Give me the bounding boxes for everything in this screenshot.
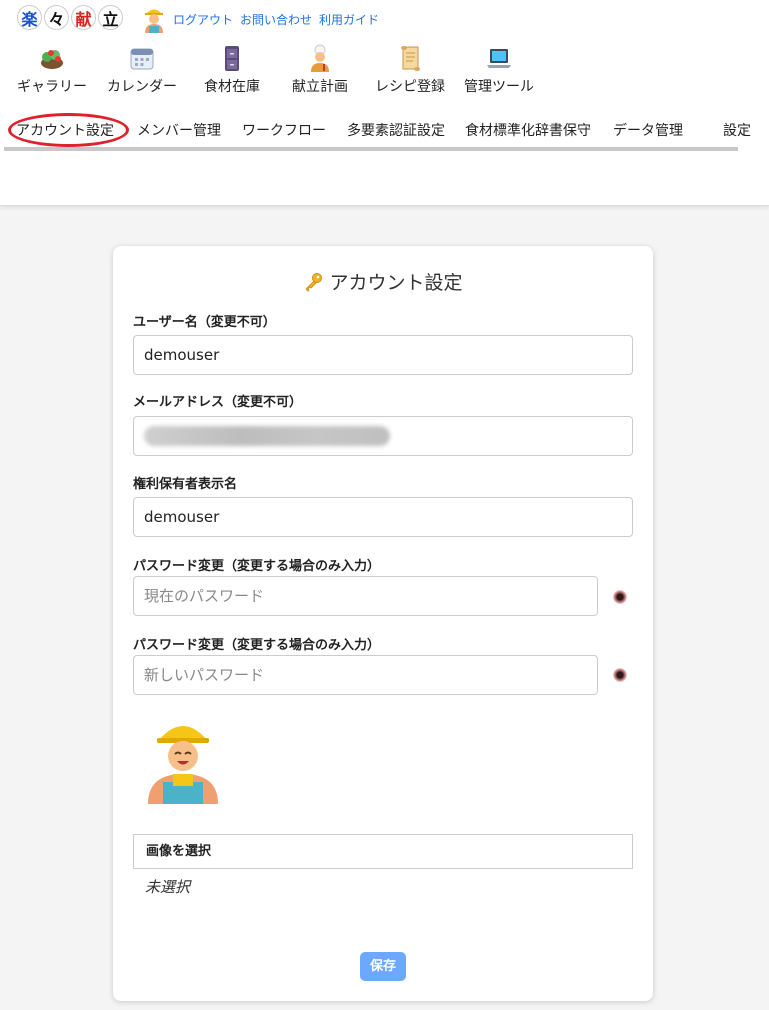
save-button[interactable]: 保存 — [360, 952, 406, 981]
nav-recipe[interactable]: レシピ登録 — [375, 44, 445, 96]
card-title: アカウント設定 — [113, 268, 653, 295]
key-icon — [305, 273, 323, 292]
salad-icon — [41, 50, 63, 69]
laptop-icon — [487, 49, 511, 68]
guide-link[interactable]: 利用ガイド — [319, 11, 379, 28]
current-password-input[interactable]: 現在のパスワード — [133, 576, 598, 616]
logout-link[interactable]: ログアウト — [173, 11, 233, 28]
contact-link[interactable]: お問い合わせ — [240, 11, 312, 28]
scroll-icon — [401, 46, 420, 71]
chef-icon — [311, 44, 329, 72]
avatar-preview — [148, 726, 218, 804]
user-avatar-icon[interactable] — [141, 5, 167, 33]
tab-settings[interactable]: 設定 — [723, 120, 751, 140]
eye-icon[interactable] — [613, 590, 627, 604]
username-label: ユーザー名（変更不可） — [133, 315, 276, 330]
nav-label: 食材在庫 — [204, 79, 260, 95]
nav-label: ギャラリー — [17, 79, 87, 95]
logo-char: 楽 — [17, 5, 42, 30]
new-password-label: パスワード変更（変更する場合のみ入力） — [133, 638, 381, 653]
logo-char: 献 — [71, 5, 96, 30]
cabinet-icon — [225, 46, 239, 71]
tab-workflow[interactable]: ワークフロー — [242, 120, 326, 140]
display-name-label: 権利保有者表示名 — [133, 477, 238, 492]
file-status: 未選択 — [145, 878, 191, 896]
eye-icon[interactable] — [613, 668, 627, 682]
nav-admin[interactable]: 管理ツール — [464, 44, 534, 96]
tab-ingredient-dictionary[interactable]: 食材標準化辞書保守 — [465, 120, 591, 140]
logo-char: 々 — [44, 5, 69, 30]
tab-member-management[interactable]: メンバー管理 — [137, 120, 221, 140]
email-label: メールアドレス（変更不可） — [133, 395, 303, 410]
account-settings-card: アカウント設定 ユーザー名（変更不可） demouser メールアドレス（変更不… — [113, 246, 653, 1001]
tab-scrollbar[interactable] — [4, 147, 738, 151]
email-field — [133, 416, 633, 456]
username-field: demouser — [133, 335, 633, 375]
nav-calendar[interactable]: カレンダー — [107, 44, 177, 96]
nav-label: 献立計画 — [292, 79, 348, 95]
app-header: 楽 々 献 立 ログアウト お問い合わせ 利用ガイド ギャラリー カレンダー 食… — [0, 0, 769, 206]
nav-label: カレンダー — [107, 79, 177, 95]
main-nav: ギャラリー カレンダー 食材在庫 献立計画 レシピ登録 管理ツール — [0, 44, 769, 100]
current-password-label: パスワード変更（変更する場合のみ入力） — [133, 559, 381, 574]
nav-stock[interactable]: 食材在庫 — [204, 44, 260, 96]
nav-label: 管理ツール — [464, 79, 534, 95]
nav-label: レシピ登録 — [375, 79, 445, 95]
choose-image-button[interactable]: 画像を選択 — [133, 834, 633, 869]
display-name-input[interactable]: demouser — [133, 497, 633, 537]
tab-data-management[interactable]: データ管理 — [613, 120, 683, 140]
active-tab-highlight — [8, 113, 129, 147]
nav-gallery[interactable]: ギャラリー — [17, 44, 87, 96]
page-title: アカウント設定 — [329, 272, 463, 294]
new-password-input[interactable]: 新しいパスワード — [133, 655, 598, 695]
nav-plan[interactable]: 献立計画 — [292, 44, 348, 96]
tab-mfa-settings[interactable]: 多要素認証設定 — [347, 120, 445, 140]
calendar-icon — [130, 48, 154, 70]
app-logo[interactable]: 楽 々 献 立 — [17, 5, 123, 30]
redacted-email — [144, 426, 390, 446]
top-links: ログアウト お問い合わせ 利用ガイド — [173, 11, 379, 28]
logo-char: 立 — [98, 5, 123, 30]
